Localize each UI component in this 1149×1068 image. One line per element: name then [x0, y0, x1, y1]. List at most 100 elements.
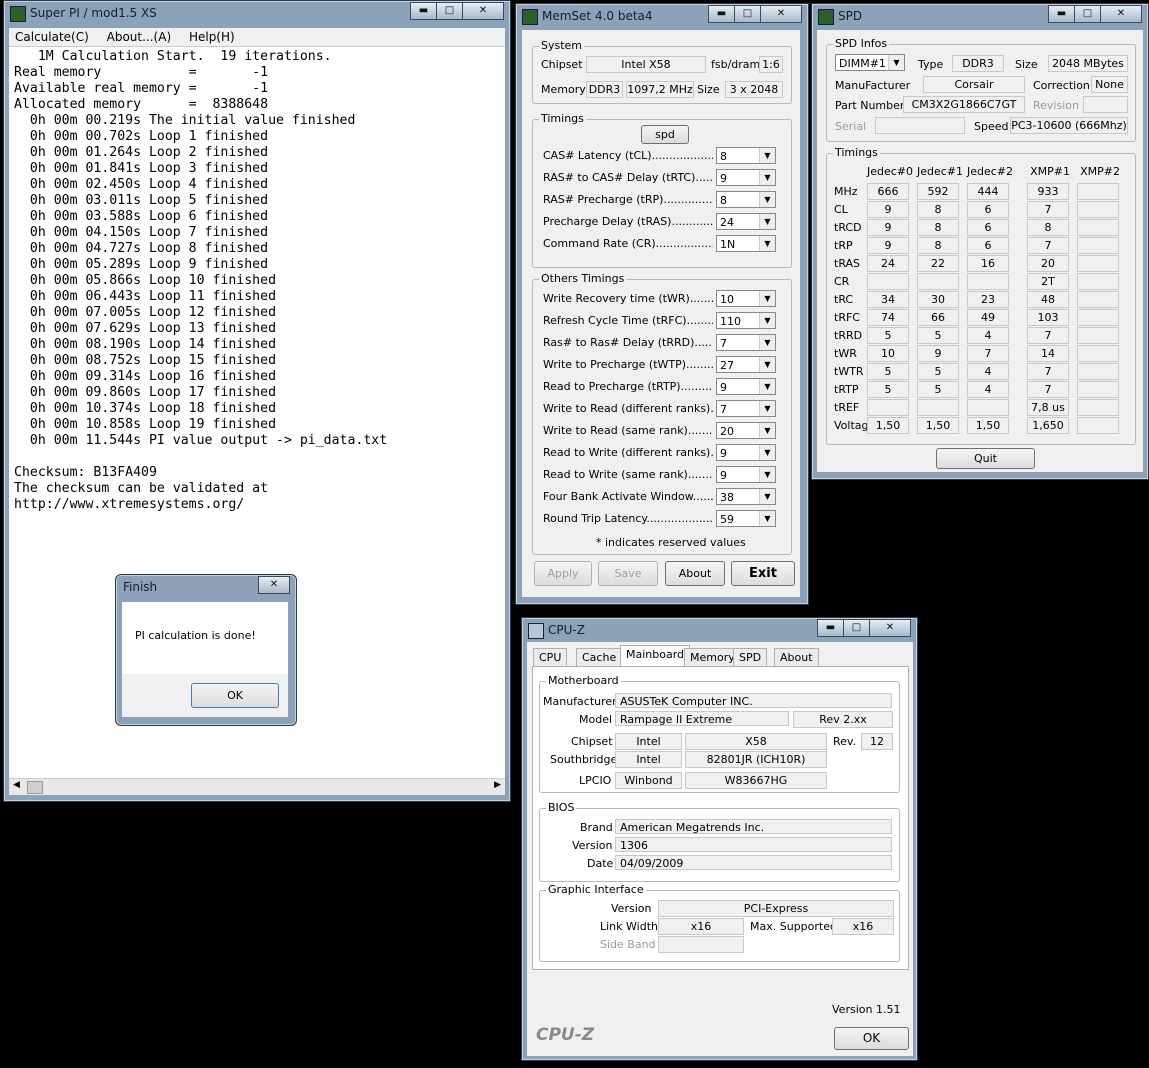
chevron-down-icon: ▼	[759, 148, 775, 163]
chevron-down-icon: ▼	[759, 291, 775, 306]
about-button[interactable]: About	[665, 561, 725, 586]
timing-cell	[1077, 381, 1119, 398]
minimize-button[interactable]: ▬	[708, 5, 735, 23]
maximize-button[interactable]: □	[734, 5, 761, 23]
tab-spd[interactable]: SPD	[733, 648, 768, 667]
tab-cache[interactable]: Cache	[576, 648, 623, 667]
timing-select[interactable]: 38 ▼	[716, 488, 776, 505]
horizontal-scrollbar[interactable]: ◀ ▶	[9, 778, 505, 795]
spd-button[interactable]: spd	[641, 125, 689, 144]
timing-label-text: Command Rate (CR)	[543, 237, 656, 250]
cpuz-client: CPU Cache Mainboard Memory SPD About Motherbo…	[527, 618, 913, 1056]
output-line: 0h 00m 03.588s Loop 6 finished	[14, 209, 269, 224]
save-button[interactable]: Save	[598, 561, 658, 586]
timing-cell: 933	[1027, 183, 1069, 200]
output-line: 0h 00m 00.702s Loop 1 finished	[14, 129, 269, 144]
dot-leader: ..................................	[680, 380, 713, 393]
output-line: 0h 00m 02.450s Loop 4 finished	[14, 177, 269, 192]
timing-select[interactable]: 110 ▼	[716, 312, 776, 329]
minimize-button[interactable]: ▬	[1048, 5, 1075, 23]
timing-select[interactable]: 9 ▼	[716, 378, 776, 395]
finish-titlebar[interactable]: Finish ✕	[116, 575, 296, 599]
chevron-down-icon: ▼	[759, 357, 775, 372]
timing-select[interactable]: 9 ▼	[716, 466, 776, 483]
timing-label: Ras# to Ras# Delay (tRRD)...............…	[543, 336, 713, 349]
timing-label-text: RAS# Precharge (tRP)	[543, 193, 664, 206]
timing-cell: 6	[967, 237, 1009, 254]
timing-select[interactable]: 7 ▼	[716, 334, 776, 351]
tab-mainboard[interactable]: Mainboard	[620, 645, 691, 668]
row-label: CL	[834, 203, 848, 216]
output-line: http://www.xtremesystems.org/	[14, 497, 245, 512]
group-title: BIOS	[546, 801, 577, 814]
timing-label-text: Precharge Delay (tRAS)	[543, 215, 672, 228]
timing-cell	[867, 273, 909, 290]
timing-select[interactable]: 59 ▼	[716, 510, 776, 527]
chevron-down-icon: ▼	[759, 401, 775, 416]
memory-type-value: DDR3	[586, 81, 623, 98]
superpi-titlebar[interactable]: Super PI / mod1.5 XS ▬ □ ✕	[4, 1, 510, 25]
timing-select[interactable]: 9 ▼	[716, 444, 776, 461]
output-line: Real memory = -1	[14, 65, 269, 80]
output-line: 0h 00m 04.727s Loop 8 finished	[14, 241, 269, 256]
tab-cpu[interactable]: CPU	[533, 648, 568, 667]
quit-button[interactable]: Quit	[936, 448, 1035, 469]
finish-close-button[interactable]: ✕	[258, 576, 290, 594]
maximize-button[interactable]: □	[436, 2, 463, 20]
timing-cell: 49	[967, 309, 1009, 326]
size-value: 3 x 2048	[725, 81, 783, 98]
scroll-right-icon[interactable]: ▶	[494, 780, 501, 790]
close-button[interactable]: ✕	[1100, 5, 1142, 23]
spd-titlebar[interactable]: SPD ▬ □ ✕	[812, 4, 1148, 28]
tab-about[interactable]: About	[774, 648, 819, 667]
timing-select[interactable]: 20 ▼	[716, 422, 776, 439]
speed-value: PC3-10600 (666Mhz)	[1010, 117, 1128, 134]
memset-titlebar[interactable]: MemSet 4.0 beta4 ▬ □ ✕	[516, 4, 808, 28]
maximize-button[interactable]: □	[1074, 5, 1101, 23]
exit-button[interactable]: Exit	[731, 561, 795, 586]
cpuz-ok-button[interactable]: OK	[834, 1027, 909, 1050]
output-line: 0h 00m 03.011s Loop 5 finished	[14, 193, 269, 208]
dot-leader: ..................................	[694, 336, 713, 349]
timing-cell: 4	[967, 381, 1009, 398]
close-button[interactable]: ✕	[462, 2, 504, 20]
scroll-thumb[interactable]	[27, 781, 43, 794]
spd-timings-group: Timings Jedec#0 Jedec#1 Jedec#2 XMP#1 XMP#2 M…	[826, 146, 1136, 445]
close-button[interactable]: ✕	[760, 5, 802, 23]
menu-calculate[interactable]: Calculate(C)	[15, 30, 89, 44]
timing-select[interactable]: 27 ▼	[716, 356, 776, 373]
chevron-down-icon: ▼	[759, 467, 775, 482]
apply-button[interactable]: Apply	[534, 561, 592, 586]
timing-select[interactable]: 24 ▼	[716, 213, 776, 230]
bios-date-value: 04/09/2009	[615, 855, 892, 870]
timing-select[interactable]: 1N ▼	[716, 235, 776, 252]
timing-cell: 7	[1027, 327, 1069, 344]
memset-client: System Chipset Intel X58 fsb/dram 1:6 Me…	[522, 30, 800, 597]
scroll-left-icon[interactable]: ◀	[13, 780, 20, 790]
chevron-down-icon: ▼	[759, 445, 775, 460]
minimize-button[interactable]: ▬	[410, 2, 437, 20]
model-value: Rampage II Extreme	[615, 711, 789, 726]
menu-help[interactable]: Help(H)	[189, 30, 235, 44]
correction-value: None	[1091, 76, 1128, 93]
timing-select[interactable]: 9 ▼	[716, 169, 776, 186]
chevron-down-icon: ▼	[759, 379, 775, 394]
timing-cell	[967, 399, 1009, 416]
chevron-down-icon: ▼	[759, 192, 775, 207]
timing-select[interactable]: 8 ▼	[716, 191, 776, 208]
output-line: 0h 00m 11.544s PI value output -> pi_dat…	[14, 433, 388, 448]
model-rev-value: Rev 2.xx	[793, 711, 893, 728]
dimm-select[interactable]: DIMM#1 ▼	[835, 54, 905, 71]
timing-cell	[917, 273, 959, 290]
timing-label-text: Refresh Cycle Time (tRFC)	[543, 314, 687, 327]
timing-select[interactable]: 10 ▼	[716, 290, 776, 307]
output-line: 1M Calculation Start. 19 iterations.	[14, 49, 332, 64]
manufacturer-value: ASUSTeK Computer INC.	[615, 693, 892, 708]
memset-others-group: Others Timings Write Recovery time (tWR)…	[532, 272, 792, 555]
timing-label-text: Four Bank Activate Window	[543, 490, 693, 503]
timing-select[interactable]: 8 ▼	[716, 147, 776, 164]
timing-select[interactable]: 7 ▼	[716, 400, 776, 417]
finish-ok-button[interactable]: OK	[191, 683, 279, 708]
row-label: tRAS	[834, 257, 861, 270]
menu-about[interactable]: About...(A)	[107, 30, 172, 44]
